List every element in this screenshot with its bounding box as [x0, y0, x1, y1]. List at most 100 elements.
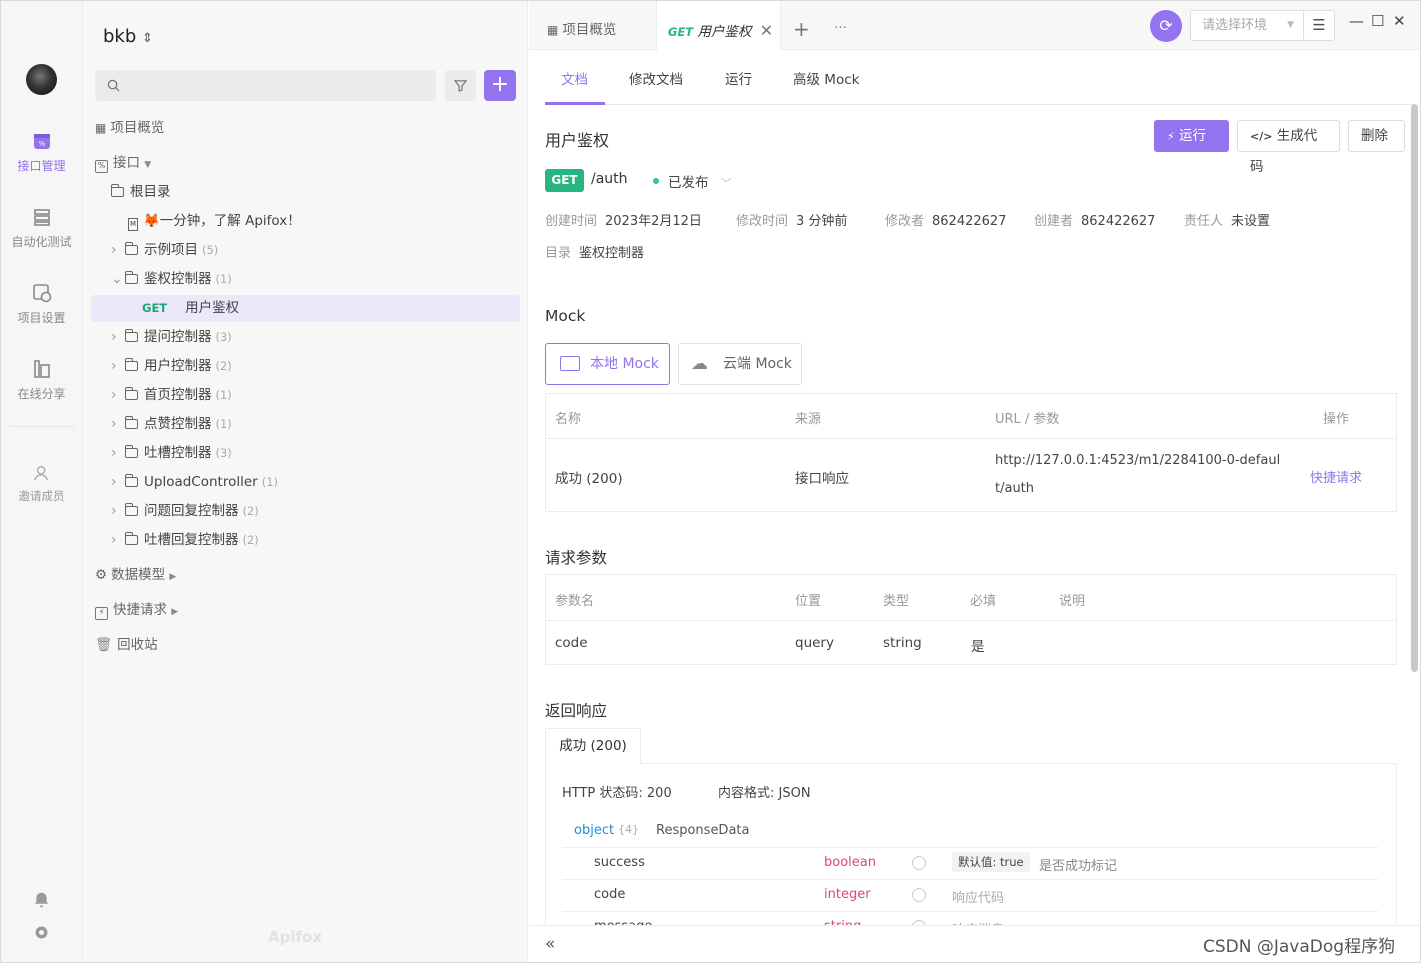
settings-icon [32, 284, 51, 303]
doc-icon: M [128, 218, 138, 231]
search-input[interactable] [95, 70, 436, 101]
chevron-right-icon[interactable]: › [111, 326, 125, 348]
col-header: 来源 [795, 412, 822, 427]
field-description: 是否成功标记 [1039, 859, 1118, 874]
tree-folder[interactable]: › 用户控制器 (2) [111, 355, 232, 377]
tree-folder[interactable]: › UploadController (1) [111, 471, 278, 493]
rail-settings[interactable]: 项目设置 [1, 283, 82, 326]
tree-item-interfaces[interactable]: % 接口 ▼ [95, 152, 151, 174]
tree-folder[interactable]: › 吐槽控制器 (3) [111, 442, 232, 464]
rail-invite[interactable]: 邀请成员 [1, 464, 82, 504]
maximize-button[interactable]: ☐ [1371, 12, 1384, 30]
rail-share[interactable]: 在线分享 [1, 359, 82, 402]
generate-code-button[interactable]: </> 生成代码 [1237, 120, 1340, 175]
rail-label: 项目设置 [17, 311, 66, 325]
tree-label: 项目概览 [110, 120, 165, 136]
status-select[interactable]: 已发布 ﹀ [668, 171, 732, 191]
chevron-down-icon[interactable]: ⌄ [111, 268, 125, 290]
add-button[interactable]: + [484, 70, 516, 101]
subtab-edit-doc[interactable]: 修改文档 [629, 68, 683, 88]
bolt-icon: ⚡ [95, 607, 108, 620]
chevron-right-icon[interactable]: › [111, 500, 125, 522]
folder-icon [124, 358, 138, 371]
main-content: 文档 修改文档 运行 高级 Mock 用户鉴权 ⚡ 运行 </> 生成代码 删除… [529, 50, 1420, 962]
tree-count: (3) [215, 446, 232, 460]
run-button[interactable]: ⚡ 运行 [1154, 120, 1229, 152]
rail-automation[interactable]: 自动化测试 [1, 207, 82, 250]
param-position: query [795, 635, 834, 651]
tree-item-quick-request[interactable]: ⚡ 快捷请求 ▶ [95, 599, 178, 621]
chevron-right-icon[interactable]: › [111, 355, 125, 377]
field-default: 默认值: true [952, 852, 1030, 872]
chevron-right-icon[interactable]: › [111, 442, 125, 464]
chevron-right-icon[interactable]: › [111, 471, 125, 493]
chevron-right-icon[interactable]: › [111, 529, 125, 551]
subtab-run[interactable]: 运行 [725, 68, 752, 88]
mock-row-url-cont[interactable]: t/auth [995, 481, 1034, 496]
sync-button[interactable]: ⟳ [1150, 10, 1182, 42]
page-title: 用户鉴权 [545, 131, 610, 150]
new-tab-button[interactable]: + [793, 1, 810, 50]
project-selector[interactable]: bkb ⇕ [103, 26, 153, 47]
tree-root[interactable]: 根目录 [110, 181, 171, 203]
tree-folder[interactable]: › 吐槽回复控制器 (2) [111, 529, 259, 551]
chevron-right-icon[interactable]: › [111, 239, 125, 261]
tree-label: 数据模型 [111, 567, 166, 583]
tree-folder[interactable]: ⌄ 鉴权控制器 (1) [111, 268, 232, 290]
tree-folder[interactable]: › 问题回复控制器 (2) [111, 500, 259, 522]
tree-label: 回收站 [117, 637, 158, 653]
tree-intro-doc[interactable]: M 🦊一分钟，了解 Apifox！ [128, 210, 301, 232]
filter-button[interactable] [445, 70, 476, 101]
quick-request-link[interactable]: 快捷请求 [1310, 467, 1362, 486]
gear-icon[interactable] [33, 924, 50, 941]
tree-item-data-model[interactable]: ⚙ 数据模型 ▶ [95, 564, 176, 586]
bell-icon[interactable] [33, 891, 50, 908]
param-type: string [883, 635, 922, 651]
avatar[interactable] [26, 64, 57, 95]
tab-label: 项目概览 [562, 22, 617, 38]
tab-overview[interactable]: ▦ 项目概览 [547, 1, 616, 50]
minimize-button[interactable]: — [1349, 12, 1364, 30]
tree-folder[interactable]: › 提问控制器 (3) [111, 326, 232, 348]
subtab-doc[interactable]: 文档 [561, 68, 588, 88]
environment-select[interactable]: 请选择环境 ▼ [1190, 10, 1307, 41]
tree-folder[interactable]: › 点赞控制器 (1) [111, 413, 232, 435]
schema-divider [562, 911, 1378, 912]
mock-row-url[interactable]: http://127.0.0.1:4523/m1/2284100-0-defau… [995, 453, 1280, 468]
tree-label: 根目录 [130, 184, 171, 200]
tree-endpoint-selected[interactable]: GET 用户鉴权 [91, 295, 520, 322]
rail-api-management[interactable]: % 接口管理 [1, 131, 82, 174]
meta-modifier: 修改者 862422627 [885, 210, 1006, 229]
tree-item-trash[interactable]: 🗑 回收站 [95, 634, 158, 656]
tree-count: (2) [242, 504, 259, 518]
response-tab-success[interactable]: 成功 (200) [545, 728, 641, 764]
caret-right-icon: ▶ [171, 607, 179, 617]
meta-value: 鉴权控制器 [579, 246, 645, 261]
rail-label: 在线分享 [17, 387, 66, 401]
scrollbar[interactable] [1411, 104, 1418, 672]
mock-label: 本地 Mock [590, 356, 659, 372]
tree-folder[interactable]: › 首页控制器 (1) [111, 384, 232, 406]
meta-created: 创建时间 2023年2月12日 [545, 210, 702, 229]
collapse-sidebar-button[interactable]: « [545, 934, 555, 954]
menu-button[interactable]: ☰ [1303, 10, 1335, 41]
plus-icon: + [490, 72, 510, 97]
delete-button[interactable]: 删除 [1348, 120, 1405, 152]
tree-item-overview[interactable]: ▦ 项目概览 [95, 117, 164, 139]
local-mock-button[interactable]: 本地 Mock [545, 343, 670, 385]
grid-icon: ▦ [547, 23, 559, 37]
field-required-toggle[interactable] [912, 856, 926, 870]
subtab-advanced-mock[interactable]: 高级 Mock [793, 68, 859, 88]
automation-icon [33, 209, 50, 226]
chevron-right-icon[interactable]: › [111, 413, 125, 435]
folder-icon [124, 445, 138, 458]
field-required-toggle[interactable] [912, 888, 926, 902]
chevron-right-icon[interactable]: › [111, 384, 125, 406]
tree-folder[interactable]: › 示例项目 (5) [111, 239, 218, 261]
tab-user-auth[interactable]: GET 用户鉴权 ✕ [656, 1, 781, 51]
more-tabs-button[interactable]: ··· [834, 1, 847, 50]
close-window-button[interactable]: ✕ [1393, 12, 1406, 30]
run-label: 运行 [1179, 128, 1207, 144]
cloud-mock-button[interactable]: ☁ 云端 Mock [678, 343, 802, 385]
close-icon[interactable]: ✕ [760, 21, 773, 40]
